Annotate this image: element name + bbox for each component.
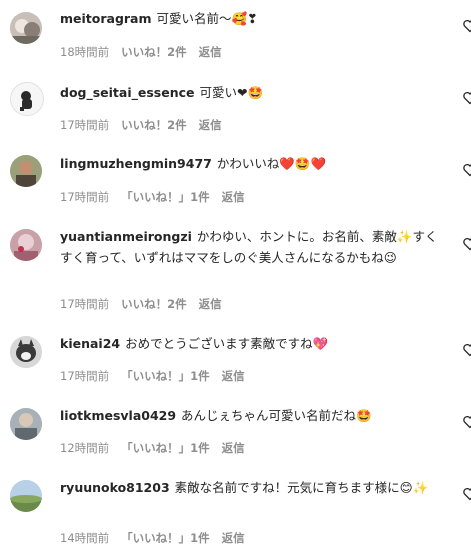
comment-text: 素敵な名前ですね！元気に育ちます様に😊✨ [174, 480, 429, 495]
comment-likes[interactable]: 「いいね！」1件 [121, 441, 210, 455]
heart-outline-icon[interactable] [462, 342, 471, 358]
reply-button[interactable]: 返信 [222, 531, 245, 545]
comment-text: 可愛い名前〜🥰❣ [156, 11, 258, 26]
reply-button[interactable]: 返信 [222, 441, 245, 455]
heart-outline-icon[interactable] [462, 90, 471, 106]
comment-username[interactable]: meitoragram [60, 11, 152, 26]
avatar[interactable] [10, 336, 42, 368]
comment-body: kienai24 おめでとうございます素敵ですね💖 [60, 333, 448, 354]
comment-meta: 14時間前 「いいね！」1件 返信 [60, 530, 257, 546]
comment-username[interactable]: yuantianmeirongzi [60, 229, 192, 244]
heart-outline-icon[interactable] [462, 486, 471, 502]
avatar[interactable] [10, 480, 42, 512]
comment-likes[interactable]: 「いいね！」1件 [121, 369, 210, 383]
comment-text: おめでとうございます素敵ですね💖 [125, 336, 329, 351]
comment-time[interactable]: 17時間前 [60, 190, 109, 204]
reply-button[interactable]: 返信 [199, 297, 222, 311]
comment-username[interactable]: dog_seitai_essence [60, 85, 195, 100]
reply-button[interactable]: 返信 [222, 369, 245, 383]
comment-body: ryuunoko81203 素敵な名前ですね！元気に育ちます様に😊✨ [60, 477, 448, 498]
avatar[interactable] [10, 82, 44, 116]
comment-likes[interactable]: いいね！2件 [121, 118, 187, 132]
comment-text: 可愛い❤🤩 [199, 85, 264, 100]
avatar[interactable] [10, 229, 42, 261]
heart-outline-icon[interactable] [462, 414, 471, 430]
comment-meta: 18時間前 いいね！2件 返信 [60, 44, 234, 60]
comment-meta: 17時間前 いいね！2件 返信 [60, 296, 234, 312]
comment-username[interactable]: ryuunoko81203 [60, 480, 170, 495]
comment-time[interactable]: 12時間前 [60, 441, 109, 455]
comment-likes[interactable]: いいね！2件 [121, 297, 187, 311]
comment-time[interactable]: 17時間前 [60, 118, 109, 132]
avatar[interactable] [10, 408, 42, 440]
avatar[interactable] [10, 155, 42, 187]
comment-meta: 17時間前 「いいね！」1件 返信 [60, 189, 257, 205]
heart-outline-icon[interactable] [462, 18, 471, 34]
comment-time[interactable]: 14時間前 [60, 531, 109, 545]
comment-body: meitoragram 可愛い名前〜🥰❣ [60, 8, 448, 29]
comment-likes[interactable]: 「いいね！」1件 [121, 190, 210, 204]
comment-body: dog_seitai_essence 可愛い❤🤩 [60, 82, 448, 103]
reply-button[interactable]: 返信 [199, 45, 222, 59]
comment-meta: 12時間前 「いいね！」1件 返信 [60, 440, 257, 456]
comment-username[interactable]: liotkmesvla0429 [60, 408, 176, 423]
comment-body: lingmuzhengmin9477 かわいいね❤️🤩❤️ [60, 153, 448, 174]
reply-button[interactable]: 返信 [199, 118, 222, 132]
heart-outline-icon[interactable] [462, 162, 471, 178]
comment-time[interactable]: 17時間前 [60, 369, 109, 383]
comment-body: liotkmesvla0429 あんじぇちゃん可愛い名前だね🤩 [60, 405, 448, 426]
comment-username[interactable]: lingmuzhengmin9477 [60, 156, 212, 171]
avatar[interactable] [10, 12, 42, 44]
comment-time[interactable]: 17時間前 [60, 297, 109, 311]
comment-likes[interactable]: 「いいね！」1件 [121, 531, 210, 545]
heart-outline-icon[interactable] [462, 236, 471, 252]
reply-button[interactable]: 返信 [222, 190, 245, 204]
comment-username[interactable]: kienai24 [60, 336, 120, 351]
comment-meta: 17時間前 「いいね！」1件 返信 [60, 368, 257, 384]
comment-text: かわいいね❤️🤩❤️ [216, 156, 327, 171]
comment-text: あんじぇちゃん可愛い名前だね🤩 [181, 408, 372, 423]
comment-meta: 17時間前 いいね！2件 返信 [60, 117, 234, 133]
comment-time[interactable]: 18時間前 [60, 45, 109, 59]
comment-body: yuantianmeirongzi かわゆい、ホントに。お名前、素敵✨すくすく育っ… [60, 226, 448, 268]
comment-likes[interactable]: いいね！2件 [121, 45, 187, 59]
